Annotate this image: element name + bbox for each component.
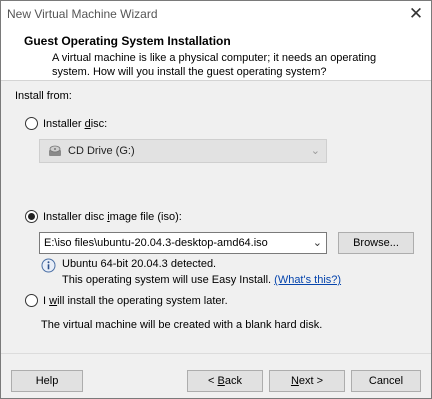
info-icon [41, 258, 56, 273]
help-button[interactable]: Help [11, 370, 83, 392]
browse-button[interactable]: Browse... [338, 232, 414, 254]
install-later-radio[interactable] [25, 294, 38, 307]
installer-disc-label: Installer disc: [43, 117, 108, 130]
install-later-label: I will install the operating system late… [43, 294, 228, 307]
easy-install-text: This operating system will use Easy Inst… [62, 274, 342, 286]
wizard-header: Guest Operating System Installation A vi… [1, 27, 431, 81]
cd-drive-value: CD Drive (G:) [68, 145, 135, 157]
installer-iso-label: Installer disc image file (iso): [43, 210, 182, 223]
wizard-window: New Virtual Machine Wizard ✕ Guest Opera… [0, 0, 432, 399]
back-button[interactable]: < Back [187, 370, 263, 392]
detected-os-text: Ubuntu 64-bit 20.04.3 detected. [62, 258, 217, 270]
page-title: Guest Operating System Installation [24, 34, 231, 48]
iso-path-value[interactable]: E:\iso files\ubuntu-20.04.3-desktop-amd6… [44, 237, 268, 249]
chevron-down-icon[interactable]: ⌄ [313, 236, 322, 249]
installer-disc-option[interactable]: Installer disc: [25, 117, 107, 130]
window-title: New Virtual Machine Wizard [7, 7, 158, 21]
close-icon[interactable]: ✕ [405, 3, 427, 25]
install-later-option[interactable]: I will install the operating system late… [25, 294, 228, 307]
install-later-description: The virtual machine will be created with… [41, 319, 323, 331]
next-button[interactable]: Next > [269, 370, 345, 392]
installer-disc-radio[interactable] [25, 117, 38, 130]
title-bar: New Virtual Machine Wizard ✕ [1, 1, 431, 27]
iso-path-combobox[interactable]: E:\iso files\ubuntu-20.04.3-desktop-amd6… [39, 232, 327, 254]
chevron-down-icon: ⌄ [310, 145, 320, 157]
page-description: A virtual machine is like a physical com… [52, 52, 377, 78]
disc-drive-icon [49, 145, 61, 156]
installer-iso-radio[interactable] [25, 210, 38, 223]
installer-iso-option[interactable]: Installer disc image file (iso): [25, 210, 182, 223]
install-from-label: Install from: [15, 90, 72, 102]
cd-drive-select: CD Drive (G:) ⌄ [39, 139, 327, 163]
cancel-button[interactable]: Cancel [351, 370, 421, 392]
whats-this-link[interactable]: (What's this?) [274, 274, 341, 286]
